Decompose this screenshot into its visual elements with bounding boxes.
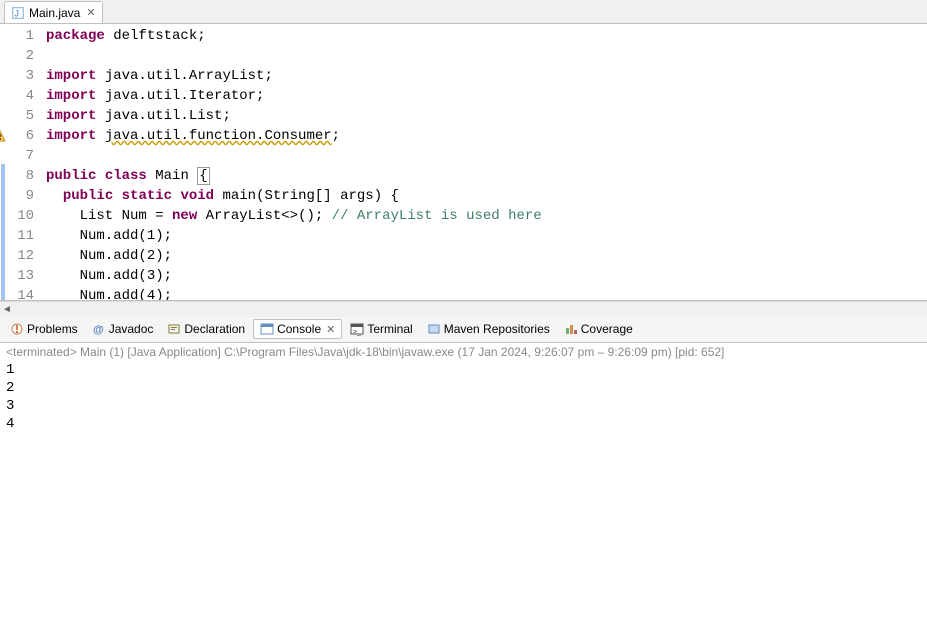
console-line: 3 <box>6 397 921 415</box>
coverage-icon <box>564 322 578 336</box>
warning-icon <box>0 129 6 141</box>
editor-tab-bar: J Main.java ✕ <box>0 0 927 24</box>
tab-label: Maven Repositories <box>444 322 550 336</box>
svg-text:>_: >_ <box>353 329 361 336</box>
tab-declaration[interactable]: Declaration <box>161 320 251 338</box>
close-icon[interactable]: ✕ <box>86 6 95 19</box>
tab-label: Terminal <box>367 322 412 336</box>
console-status: <terminated> Main (1) [Java Application]… <box>0 343 927 361</box>
tab-terminal[interactable]: >_ Terminal <box>344 320 418 338</box>
console-line: 1 <box>6 361 921 379</box>
declaration-icon <box>167 322 181 336</box>
console-icon <box>260 322 274 336</box>
editor-tab-main[interactable]: J Main.java ✕ <box>4 1 103 23</box>
tab-label: Declaration <box>184 322 245 336</box>
tab-label: Console <box>277 322 321 336</box>
tab-maven[interactable]: Maven Repositories <box>421 320 556 338</box>
views-tab-bar: Problems @ Javadoc Declaration Console ✕… <box>0 317 927 343</box>
code-content[interactable]: package delftstack;import java.util.Arra… <box>42 24 927 300</box>
java-file-icon: J <box>11 6 25 20</box>
horizontal-scrollbar[interactable]: ◄ <box>0 301 927 317</box>
tab-label: Coverage <box>581 322 633 336</box>
tab-console[interactable]: Console ✕ <box>253 319 342 339</box>
javadoc-icon: @ <box>92 322 106 336</box>
scroll-left-icon[interactable]: ◄ <box>0 302 14 316</box>
svg-text:@: @ <box>93 324 104 336</box>
tab-problems[interactable]: Problems <box>4 320 84 338</box>
tab-label: Javadoc <box>109 322 154 336</box>
tab-label: Problems <box>27 322 78 336</box>
tab-javadoc[interactable]: @ Javadoc <box>86 320 160 338</box>
editor-tab-title: Main.java <box>29 6 80 20</box>
problems-icon <box>10 322 24 336</box>
close-icon[interactable]: ✕ <box>326 323 335 336</box>
maven-icon <box>427 322 441 336</box>
svg-text:J: J <box>15 8 19 18</box>
tab-coverage[interactable]: Coverage <box>558 320 639 338</box>
console-output[interactable]: 1234 <box>0 361 927 636</box>
console-line: 4 <box>6 415 921 433</box>
gutter: 12345678910111213141516171819202122 <box>6 24 42 300</box>
terminal-icon: >_ <box>350 322 364 336</box>
console-line: 2 <box>6 379 921 397</box>
code-editor[interactable]: 12345678910111213141516171819202122 pack… <box>0 24 927 301</box>
